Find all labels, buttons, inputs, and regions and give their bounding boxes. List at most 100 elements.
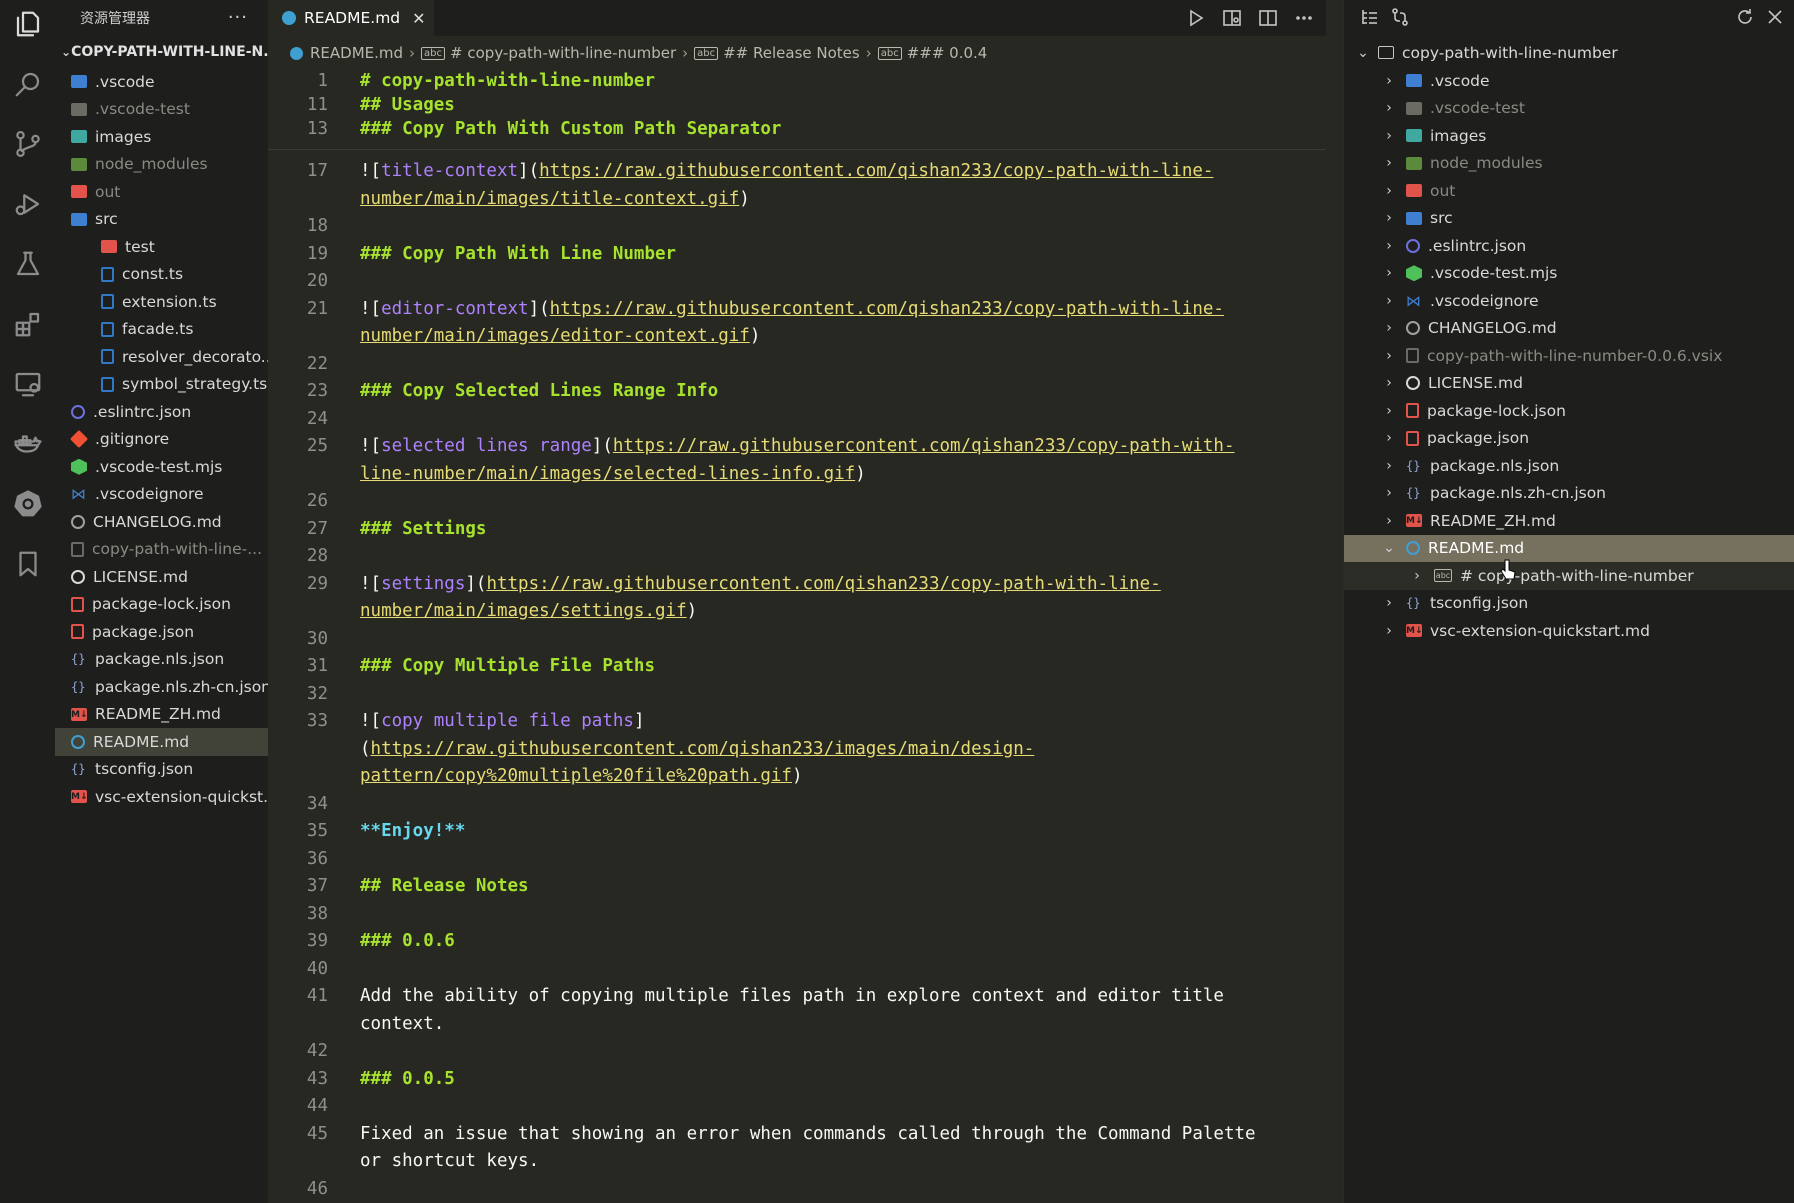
file-tree-item[interactable]: extension.ts bbox=[55, 288, 268, 316]
code-line[interactable]: 32 bbox=[268, 681, 1326, 709]
outline-file-item[interactable]: › out bbox=[1344, 177, 1794, 205]
code-line[interactable]: 40 bbox=[268, 956, 1326, 984]
file-tree-item[interactable]: M↓ README_ZH.md bbox=[55, 701, 268, 729]
chevron-right-icon[interactable]: › bbox=[1382, 293, 1396, 309]
code-line[interactable]: or shortcut keys. bbox=[268, 1148, 1326, 1176]
code-line[interactable]: 26 bbox=[268, 488, 1326, 516]
outline-file-item[interactable]: › images bbox=[1344, 122, 1794, 150]
file-tree-item[interactable]: facade.ts bbox=[55, 316, 268, 344]
chevron-down-icon[interactable]: ⌄ bbox=[1382, 540, 1396, 556]
breadcrumb-file[interactable]: README.md bbox=[310, 44, 403, 62]
explorer-icon[interactable] bbox=[8, 4, 48, 44]
file-tree-item[interactable]: README.md bbox=[55, 728, 268, 756]
outline-root[interactable]: ⌄ copy-path-with-line-number bbox=[1344, 39, 1794, 67]
remote-explorer-icon[interactable] bbox=[8, 364, 48, 404]
code-line[interactable]: 19 ### Copy Path With Line Number bbox=[268, 241, 1326, 269]
code-line[interactable]: 35 **Enjoy!** bbox=[268, 818, 1326, 846]
file-tree-item[interactable]: .eslintrc.json bbox=[55, 398, 268, 426]
outline-file-item[interactable]: › {} package.nls.zh-cn.json bbox=[1344, 480, 1794, 508]
link-url[interactable]: https://raw.githubusercontent.com/qishan… bbox=[539, 161, 1213, 181]
link-url[interactable]: number/main/images/title-context.gif bbox=[360, 189, 739, 209]
outline-file-item[interactable]: › LICENSE.md bbox=[1344, 370, 1794, 398]
code-line[interactable]: 31 ### Copy Multiple File Paths bbox=[268, 653, 1326, 681]
file-tree-item[interactable]: {} tsconfig.json bbox=[55, 756, 268, 784]
link-url[interactable]: number/main/images/settings.gif bbox=[360, 601, 687, 621]
code-line[interactable]: 36 bbox=[268, 846, 1326, 874]
chevron-right-icon[interactable]: › bbox=[1382, 348, 1396, 364]
file-tree-item[interactable]: src bbox=[55, 206, 268, 234]
docker-icon[interactable] bbox=[8, 424, 48, 464]
close-icon[interactable]: ✕ bbox=[412, 9, 425, 28]
code-line[interactable]: 29 ![settings](https://raw.githubusercont… bbox=[268, 571, 1326, 599]
workspace-section-header[interactable]: ⌄ COPY-PATH-WITH-LINE-N... bbox=[55, 35, 268, 68]
link-url[interactable]: line-number/main/images/selected-lines-i… bbox=[360, 464, 855, 484]
file-tree-item[interactable]: node_modules bbox=[55, 151, 268, 179]
code-line[interactable]: 34 bbox=[268, 791, 1326, 819]
code-line[interactable]: 21 ![editor-context](https://raw.githubus… bbox=[268, 296, 1326, 324]
code-line[interactable]: 43 ### 0.0.5 bbox=[268, 1066, 1326, 1094]
file-tree-item[interactable]: const.ts bbox=[55, 261, 268, 289]
chevron-right-icon[interactable]: › bbox=[1382, 155, 1396, 171]
outline-file-item[interactable]: › copy-path-with-line-number-0.0.6.vsix bbox=[1344, 342, 1794, 370]
code-line[interactable]: 44 bbox=[268, 1093, 1326, 1121]
refresh-icon[interactable] bbox=[1735, 7, 1755, 27]
chevron-right-icon[interactable]: › bbox=[1382, 595, 1396, 611]
run-icon[interactable] bbox=[1186, 8, 1206, 28]
breadcrumb-h2[interactable]: ## Release Notes bbox=[723, 44, 860, 62]
file-tree-item[interactable]: package.json bbox=[55, 618, 268, 646]
file-tree-item[interactable]: package-lock.json bbox=[55, 591, 268, 619]
file-tree-item[interactable]: .gitignore bbox=[55, 426, 268, 454]
breadcrumb-h3[interactable]: ### 0.0.4 bbox=[907, 44, 988, 62]
chevron-right-icon[interactable]: › bbox=[1382, 513, 1396, 529]
outline-file-item[interactable]: › package.json bbox=[1344, 425, 1794, 453]
code-line[interactable]: pattern/copy%20multiple%20file%20path.gi… bbox=[268, 763, 1326, 791]
outline-symbol-item[interactable]: › abc # copy-path-with-line-number bbox=[1344, 562, 1794, 590]
outline-file-item[interactable]: › {} package.nls.json bbox=[1344, 452, 1794, 480]
code-line[interactable]: 22 bbox=[268, 351, 1326, 379]
code-line[interactable]: 45 Fixed an issue that showing an error w… bbox=[268, 1121, 1326, 1149]
link-url[interactable]: https://raw.githubusercontent.com/qishan… bbox=[371, 739, 1035, 759]
file-tree-item[interactable]: {} package.nls.zh-cn.json bbox=[55, 673, 268, 701]
sticky-line[interactable]: 13 ### Copy Path With Custom Path Separat… bbox=[268, 116, 1326, 144]
open-preview-icon[interactable] bbox=[1222, 8, 1242, 28]
chevron-right-icon[interactable]: › bbox=[1382, 403, 1396, 419]
chevron-right-icon[interactable]: › bbox=[1382, 458, 1396, 474]
more-actions-icon[interactable] bbox=[1294, 8, 1314, 28]
code-line[interactable]: (https://raw.githubusercontent.com/qisha… bbox=[268, 736, 1326, 764]
breadcrumb-h1[interactable]: # copy-path-with-line-number bbox=[450, 44, 676, 62]
chevron-right-icon[interactable]: › bbox=[1382, 100, 1396, 116]
chevron-right-icon[interactable]: › bbox=[1382, 238, 1396, 254]
outline-file-item[interactable]: › src bbox=[1344, 205, 1794, 233]
link-url[interactable]: number/main/images/editor-context.gif bbox=[360, 326, 750, 346]
outline-file-item[interactable]: › .vscode-test.mjs bbox=[1344, 260, 1794, 288]
code-line[interactable]: 27 ### Settings bbox=[268, 516, 1326, 544]
outline-file-item[interactable]: › node_modules bbox=[1344, 150, 1794, 178]
link-url[interactable]: https://raw.githubusercontent.com/qishan… bbox=[486, 574, 1160, 594]
code-line[interactable]: line-number/main/images/selected-lines-i… bbox=[268, 461, 1326, 489]
outline-file-item[interactable]: › M↓ vsc-extension-quickstart.md bbox=[1344, 617, 1794, 645]
code-line[interactable]: 46 bbox=[268, 1176, 1326, 1203]
chevron-right-icon[interactable]: › bbox=[1382, 73, 1396, 89]
code-line[interactable]: 38 bbox=[268, 901, 1326, 929]
chevron-right-icon[interactable]: › bbox=[1382, 375, 1396, 391]
link-url[interactable]: pattern/copy%20multiple%20file%20path.gi… bbox=[360, 766, 792, 786]
file-tree-item[interactable]: resolver_decorato... bbox=[55, 343, 268, 371]
chevron-right-icon[interactable]: › bbox=[1382, 128, 1396, 144]
link-url[interactable]: https://raw.githubusercontent.com/qishan… bbox=[550, 299, 1224, 319]
code-line[interactable]: context. bbox=[268, 1011, 1326, 1039]
file-tree-item[interactable]: .vscode-test bbox=[55, 96, 268, 124]
bookmarks-icon[interactable] bbox=[8, 544, 48, 584]
code-line[interactable]: 20 bbox=[268, 268, 1326, 296]
chevron-right-icon[interactable]: › bbox=[1382, 183, 1396, 199]
chevron-right-icon[interactable]: › bbox=[1382, 320, 1396, 336]
search-icon[interactable] bbox=[8, 64, 48, 104]
outline-file-item[interactable]: › .vscode bbox=[1344, 67, 1794, 95]
code-line[interactable]: number/main/images/settings.gif) bbox=[268, 598, 1326, 626]
outline-file-item[interactable]: › CHANGELOG.md bbox=[1344, 315, 1794, 343]
code-line[interactable]: 37 ## Release Notes bbox=[268, 873, 1326, 901]
code-line[interactable]: 24 bbox=[268, 406, 1326, 434]
outline-file-item[interactable]: › package-lock.json bbox=[1344, 397, 1794, 425]
outline-file-item[interactable]: › {} tsconfig.json bbox=[1344, 590, 1794, 618]
file-tree-item[interactable]: ⋈ .vscodeignore bbox=[55, 481, 268, 509]
outline-file-item[interactable]: › .eslintrc.json bbox=[1344, 232, 1794, 260]
